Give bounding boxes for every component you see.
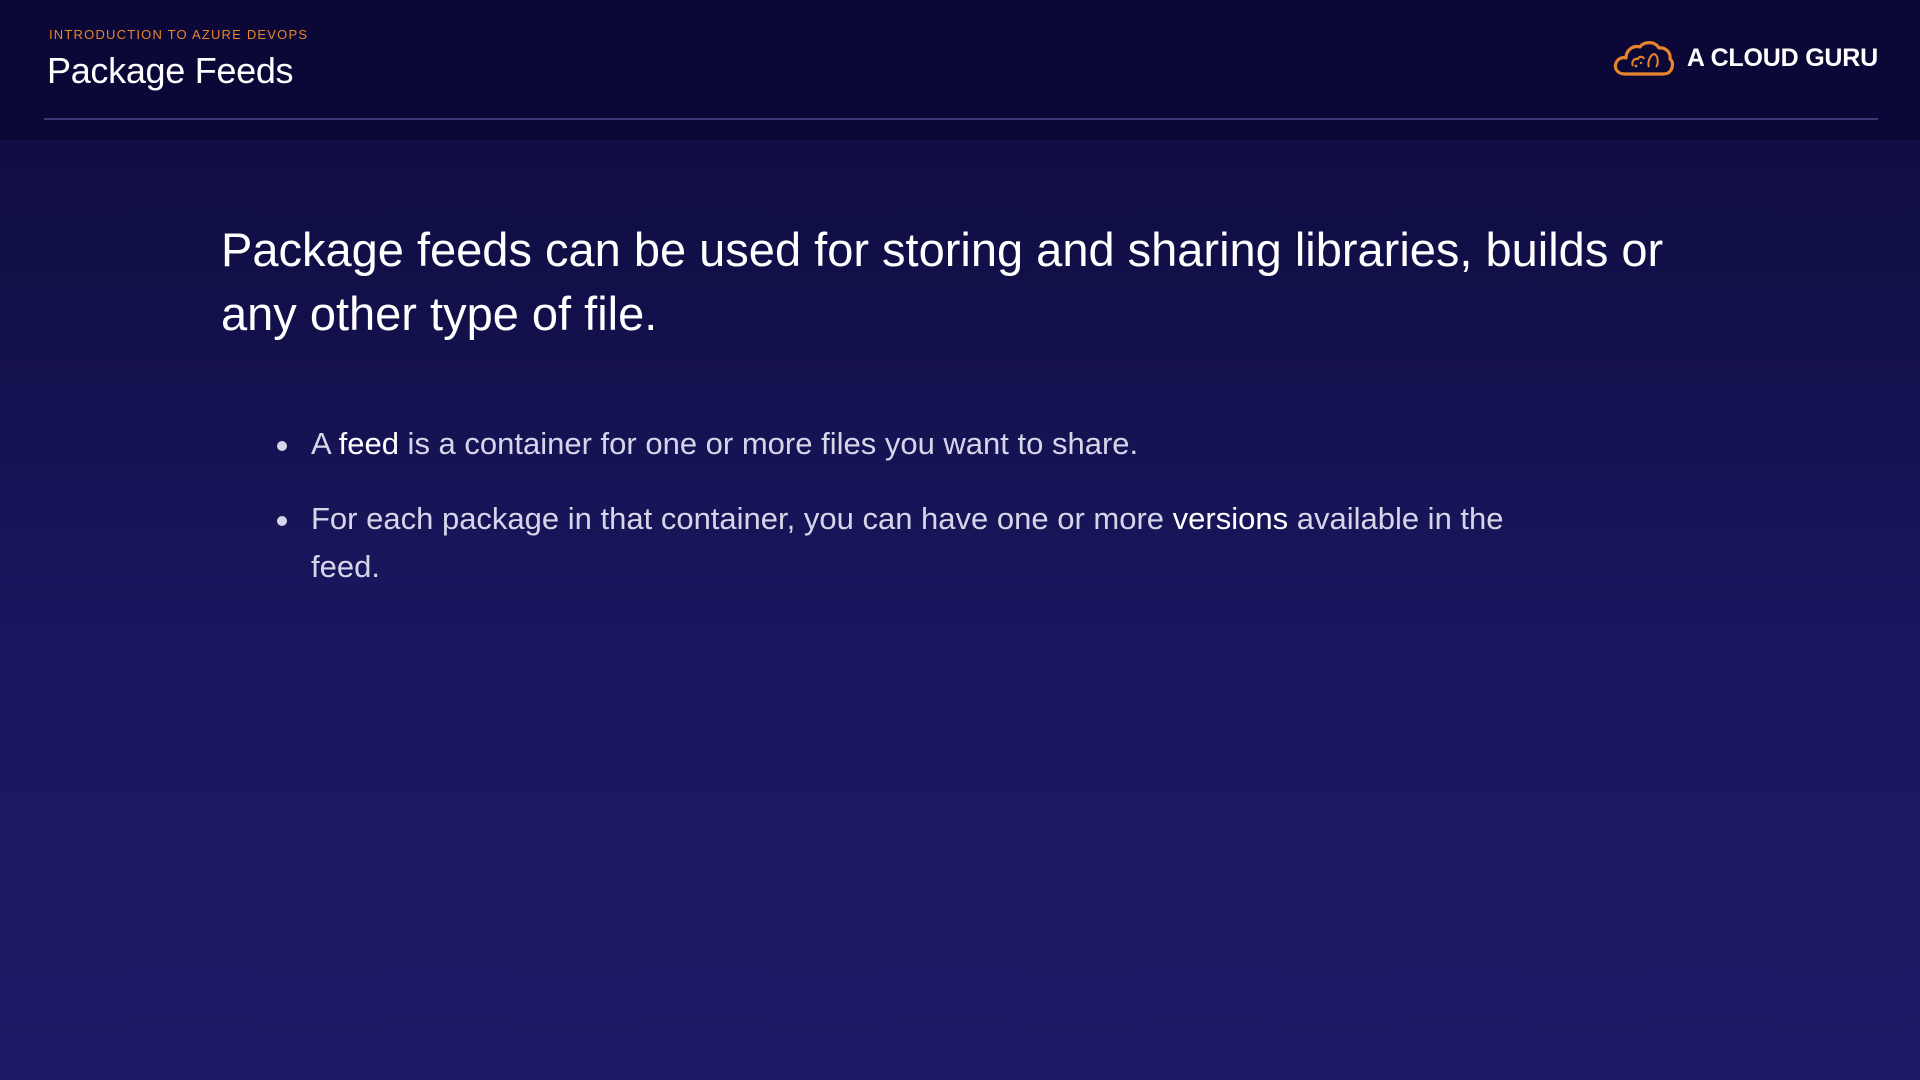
course-eyebrow: INTRODUCTION TO AZURE DEVOPS: [49, 27, 309, 42]
bullet-text: For each package in that container, you …: [311, 501, 1173, 536]
bullet-text: A: [311, 426, 339, 461]
cloud-logo-icon: [1613, 41, 1674, 76]
slide-header: INTRODUCTION TO AZURE DEVOPS Package Fee…: [0, 0, 1920, 140]
bullet-marker: [277, 516, 287, 526]
bullet-highlight: feed: [338, 426, 399, 461]
lead-statement: Package feeds can be used for storing an…: [221, 223, 1664, 340]
bullet-item-versions: For each package in that container, you …: [277, 495, 1561, 591]
brand-name: A CLOUD GURU: [1686, 43, 1878, 72]
page-title: Package Feeds: [47, 50, 294, 91]
header-divider: [44, 118, 1878, 120]
bullet-marker: [277, 441, 287, 451]
bullet-highlight: versions: [1172, 501, 1289, 536]
bullet-text: is a container for one or more files you…: [398, 426, 1139, 461]
bullet-list: A feed is a container for one or more fi…: [277, 420, 1561, 618]
brand-logo: A CLOUD GURU: [1611, 36, 1878, 80]
bullet-item-feed: A feed is a container for one or more fi…: [277, 420, 1561, 468]
